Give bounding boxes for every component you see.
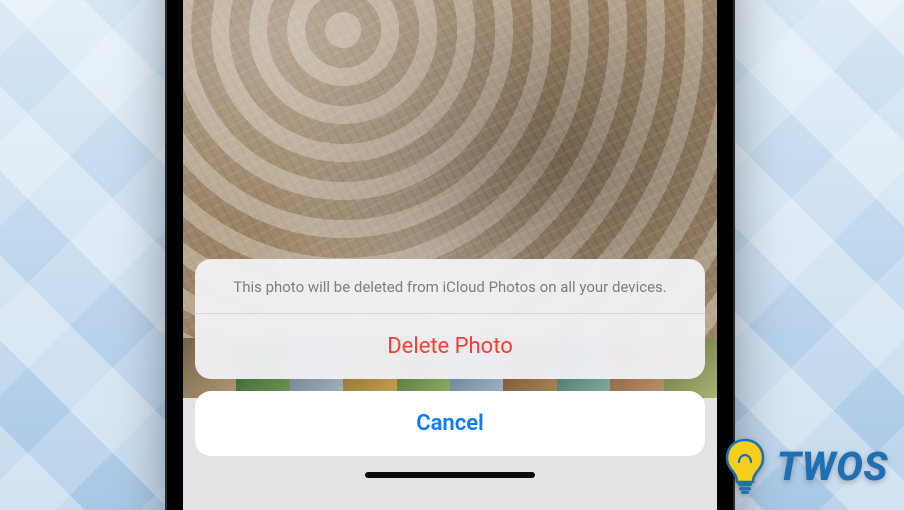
delete-photo-button[interactable]: Delete Photo	[195, 314, 705, 379]
action-sheet: This photo will be deleted from iCloud P…	[195, 259, 705, 456]
cancel-button[interactable]: Cancel	[195, 391, 705, 456]
home-indicator[interactable]	[365, 472, 535, 478]
watermark: TWOS	[723, 438, 888, 494]
lightbulb-icon	[723, 438, 767, 494]
action-sheet-group: This photo will be deleted from iCloud P…	[195, 259, 705, 379]
canvas: This photo will be deleted from iCloud P…	[0, 0, 904, 510]
phone-screen: This photo will be deleted from iCloud P…	[183, 0, 717, 510]
phone-frame: This photo will be deleted from iCloud P…	[165, 0, 735, 510]
brand-text: TWOS	[777, 443, 888, 490]
action-sheet-message: This photo will be deleted from iCloud P…	[195, 259, 705, 314]
